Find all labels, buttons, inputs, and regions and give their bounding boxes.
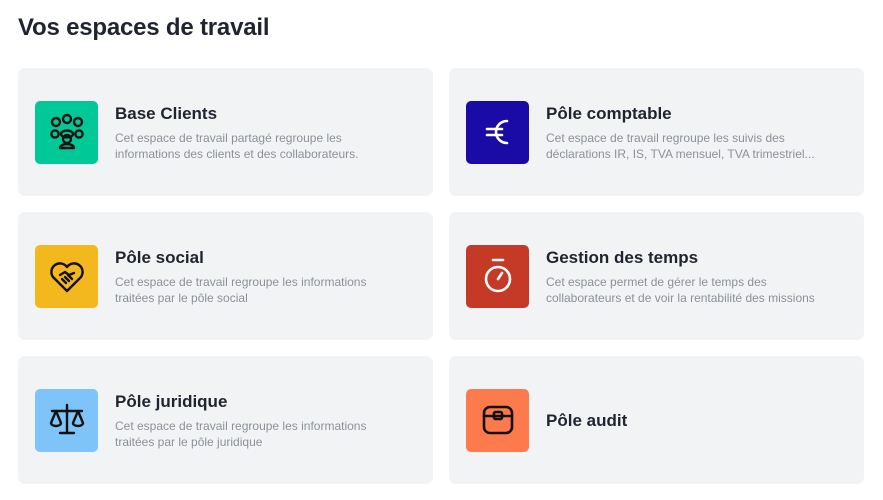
workspace-title: Pôle comptable [546, 103, 672, 123]
workspace-description: Cet espace de travail regroupe les suivi… [546, 130, 815, 161]
workspace-card-pole-juridique[interactable]: Pôle juridique Cet espace de travail reg… [18, 356, 433, 484]
workspace-description: Cet espace de travail regroupe les infor… [115, 274, 367, 305]
workspaces-grid: Base Clients Cet espace de travail parta… [18, 68, 864, 484]
workspace-title: Base Clients [115, 103, 218, 123]
workspace-description: Cet espace de travail partagé regroupe l… [115, 130, 359, 161]
stopwatch-icon [466, 244, 529, 308]
handshake-heart-icon [35, 244, 98, 308]
workspace-title: Pôle social [115, 247, 204, 267]
workspace-card-base-clients[interactable]: Base Clients Cet espace de travail parta… [18, 68, 433, 196]
workspace-description: Cet espace permet de gérer le temps des … [546, 274, 815, 305]
workspace-title: Gestion des temps [546, 247, 699, 267]
workspace-title: Pôle audit [546, 410, 628, 430]
briefcase-icon [466, 388, 529, 452]
people-group-icon [35, 100, 98, 164]
page-title: Vos espaces de travail [18, 14, 270, 41]
workspace-card-pole-social[interactable]: Pôle social Cet espace de travail regrou… [18, 212, 433, 340]
workspace-card-gestion-des-temps[interactable]: Gestion des temps Cet espace permet de g… [449, 212, 864, 340]
workspace-title: Pôle juridique [115, 391, 228, 411]
workspace-card-pole-comptable[interactable]: Pôle comptable Cet espace de travail reg… [449, 68, 864, 196]
workspace-description: Cet espace de travail regroupe les infor… [115, 418, 367, 449]
workspace-card-pole-audit[interactable]: Pôle audit [449, 356, 864, 484]
scales-icon [35, 388, 98, 452]
euro-icon [466, 100, 529, 164]
